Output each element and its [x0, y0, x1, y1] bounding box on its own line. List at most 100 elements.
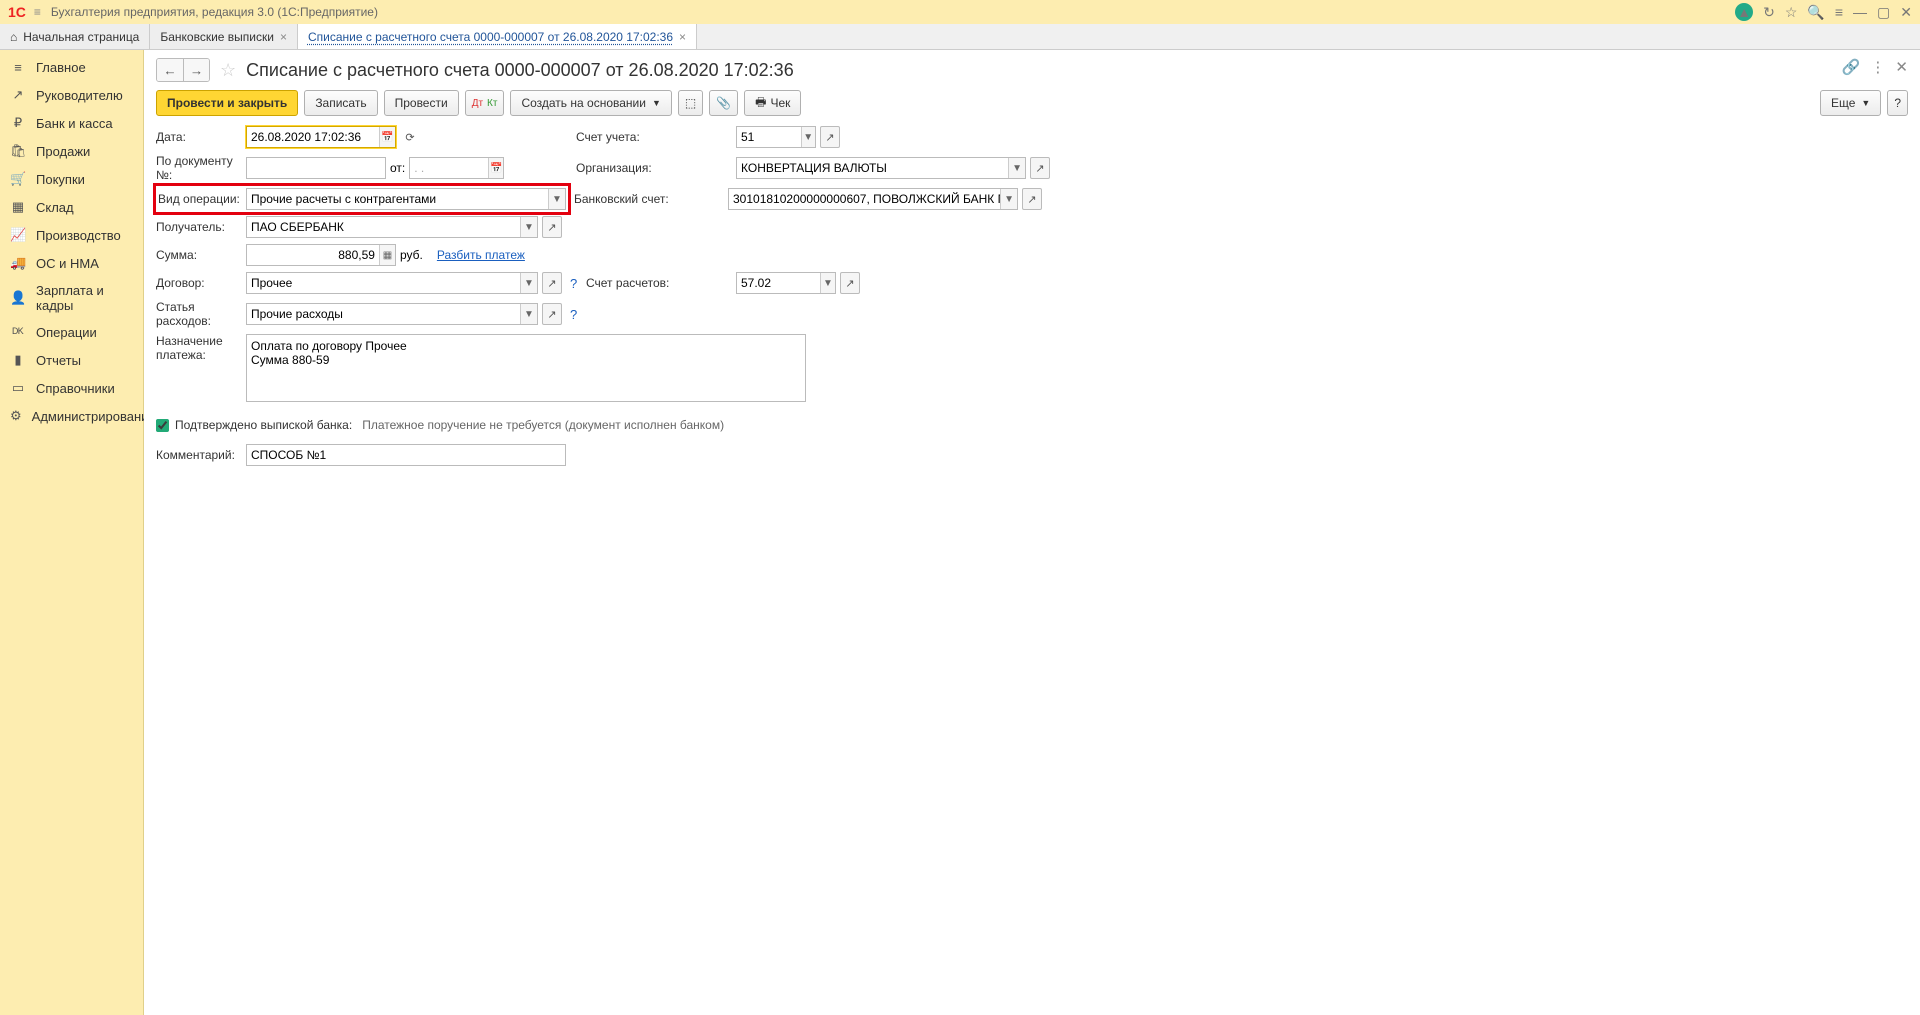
search-icon[interactable]: 🔍: [1807, 4, 1824, 21]
history-icon[interactable]: ↻: [1763, 4, 1775, 21]
back-button[interactable]: ←: [157, 59, 183, 81]
tab-document[interactable]: Списание с расчетного счета 0000-000007 …: [298, 24, 697, 49]
create-based-button[interactable]: Создать на основании▼: [510, 90, 671, 116]
post-button[interactable]: Провести: [384, 90, 459, 116]
document-title: Списание с расчетного счета 0000-000007 …: [246, 60, 794, 81]
open-ref-button[interactable]: ↗: [1022, 188, 1042, 210]
help-button[interactable]: ?: [1887, 90, 1908, 116]
sidebar-item-12[interactable]: ⚙Администрирование: [0, 402, 143, 430]
calendar-icon[interactable]: 📅: [379, 127, 395, 147]
split-payment-link[interactable]: Разбить платеж: [437, 248, 525, 262]
structure-button[interactable]: ⬚: [678, 90, 703, 116]
bank-acc-input[interactable]: 30101810200000000607, ПОВОЛЖСКИЙ БАНК ПА…: [728, 188, 1018, 210]
contract-label: Договор:: [156, 276, 246, 290]
open-ref-button[interactable]: ↗: [542, 303, 562, 325]
op-type-input[interactable]: Прочие расчеты с контрагентами ▼: [246, 188, 566, 210]
dropdown-icon[interactable]: ▼: [801, 127, 815, 147]
titlebar-icons: ▲ ↻ ☆ 🔍 ≡ — ▢ ✕: [1735, 3, 1912, 21]
sidebar-item-4[interactable]: 🛒Покупки: [0, 165, 143, 193]
settings-icon[interactable]: ≡: [1835, 4, 1843, 20]
calendar-icon[interactable]: 📅: [488, 158, 503, 178]
tab-bank-statements[interactable]: Банковские выписки ×: [150, 24, 298, 49]
close-panel-icon[interactable]: ✕: [1895, 58, 1908, 76]
sidebar-item-6[interactable]: 📈Производство: [0, 221, 143, 249]
recipient-input[interactable]: ПАО СБЕРБАНК ▼: [246, 216, 538, 238]
close-icon[interactable]: ✕: [1900, 4, 1912, 21]
sidebar-item-0[interactable]: ≡Главное: [0, 54, 143, 81]
comment-input[interactable]: [246, 444, 566, 466]
dropdown-icon[interactable]: ▼: [520, 304, 537, 324]
purpose-label: Назначение платежа:: [156, 334, 246, 362]
dtkt-button[interactable]: ДтКт: [465, 90, 505, 116]
sidebar-item-8[interactable]: 👤Зарплата и кадры: [0, 277, 143, 319]
doc-date-input[interactable]: . . 📅: [409, 157, 504, 179]
account-input[interactable]: 51 ▼: [736, 126, 816, 148]
sidebar-item-2[interactable]: ₽Банк и касса: [0, 109, 143, 137]
op-type-label: Вид операции:: [158, 192, 246, 206]
open-ref-button[interactable]: ↗: [840, 272, 860, 294]
org-input[interactable]: КОНВЕРТАЦИЯ ВАЛЮТЫ ▼: [736, 157, 1026, 179]
tab-close-icon[interactable]: ×: [679, 30, 686, 44]
sidebar-label: ОС и НМА: [36, 256, 99, 271]
star-icon[interactable]: ☆: [1785, 4, 1798, 21]
minimize-icon[interactable]: —: [1853, 4, 1867, 20]
doc-num-label: По документу №:: [156, 154, 246, 182]
settlement-input[interactable]: 57.02 ▼: [736, 272, 836, 294]
tab-home[interactable]: ⌂ Начальная страница: [0, 24, 150, 49]
calculator-icon[interactable]: ▦: [379, 245, 395, 265]
sidebar-item-10[interactable]: ▮Отчеты: [0, 346, 143, 374]
sidebar-icon: ≡: [10, 60, 26, 75]
purpose-textarea[interactable]: [246, 334, 806, 402]
sidebar-label: Продажи: [36, 144, 90, 159]
tab-close-icon[interactable]: ×: [280, 30, 287, 44]
date-input[interactable]: 26.08.2020 17:02:36 📅: [246, 126, 396, 148]
sidebar-icon: ₽: [10, 115, 26, 131]
dropdown-icon[interactable]: ▼: [548, 189, 565, 209]
sidebar-item-11[interactable]: ▭Справочники: [0, 374, 143, 402]
hamburger-icon[interactable]: ≡: [34, 5, 41, 19]
attach-button[interactable]: 📎: [709, 90, 738, 116]
help-icon[interactable]: ?: [570, 276, 577, 291]
open-ref-button[interactable]: ↗: [1030, 157, 1050, 179]
doc-num-input[interactable]: [246, 157, 386, 179]
sidebar-item-1[interactable]: ↗Руководителю: [0, 81, 143, 109]
open-ref-button[interactable]: ↗: [542, 216, 562, 238]
link-icon[interactable]: 🔗: [1842, 58, 1861, 76]
sidebar-label: Руководителю: [36, 88, 123, 103]
sidebar-label: Операции: [36, 325, 97, 340]
tabs-bar: ⌂ Начальная страница Банковские выписки …: [0, 24, 1920, 50]
dropdown-icon[interactable]: ▼: [1008, 158, 1025, 178]
tab-home-label: Начальная страница: [23, 30, 139, 44]
operation-type-row-highlight: Вид операции: Прочие расчеты с контраген…: [153, 183, 571, 215]
dropdown-icon[interactable]: ▼: [1000, 189, 1017, 209]
dropdown-icon[interactable]: ▼: [520, 273, 537, 293]
sum-input[interactable]: 880,59 ▦: [246, 244, 396, 266]
post-and-close-button[interactable]: Провести и закрыть: [156, 90, 298, 116]
help-icon[interactable]: ?: [570, 307, 577, 322]
more-icon[interactable]: ⋮: [1870, 58, 1885, 76]
open-ref-button[interactable]: ↗: [820, 126, 840, 148]
titlebar: 1C ≡ Бухгалтерия предприятия, редакция 3…: [0, 0, 1920, 24]
receipt-button[interactable]: 🖶Чек: [744, 90, 801, 116]
contract-input[interactable]: Прочее ▼: [246, 272, 538, 294]
refresh-date-icon[interactable]: ⟳: [400, 126, 420, 148]
sidebar-item-5[interactable]: ▦Склад: [0, 193, 143, 221]
sidebar-icon: ᴰᴷ: [10, 325, 26, 340]
sidebar-item-7[interactable]: 🚚ОС и НМА: [0, 249, 143, 277]
expense-input[interactable]: Прочие расходы ▼: [246, 303, 538, 325]
dropdown-icon[interactable]: ▼: [520, 217, 537, 237]
open-ref-button[interactable]: ↗: [542, 272, 562, 294]
favorite-star-icon[interactable]: ☆: [220, 60, 236, 81]
settlement-label: Счет расчетов:: [586, 276, 736, 290]
confirmed-checkbox[interactable]: [156, 419, 169, 432]
sidebar-label: Покупки: [36, 172, 85, 187]
save-button[interactable]: Записать: [304, 90, 377, 116]
more-button[interactable]: Еще▼: [1820, 90, 1881, 116]
sidebar-item-3[interactable]: 🛍Продажи: [0, 137, 143, 165]
dropdown-icon[interactable]: ▼: [820, 273, 835, 293]
notification-icon[interactable]: ▲: [1735, 3, 1753, 21]
sidebar-icon: 📈: [10, 227, 26, 243]
sidebar-item-9[interactable]: ᴰᴷ Операции: [0, 319, 143, 346]
maximize-icon[interactable]: ▢: [1877, 4, 1890, 21]
forward-button[interactable]: →: [183, 59, 209, 81]
